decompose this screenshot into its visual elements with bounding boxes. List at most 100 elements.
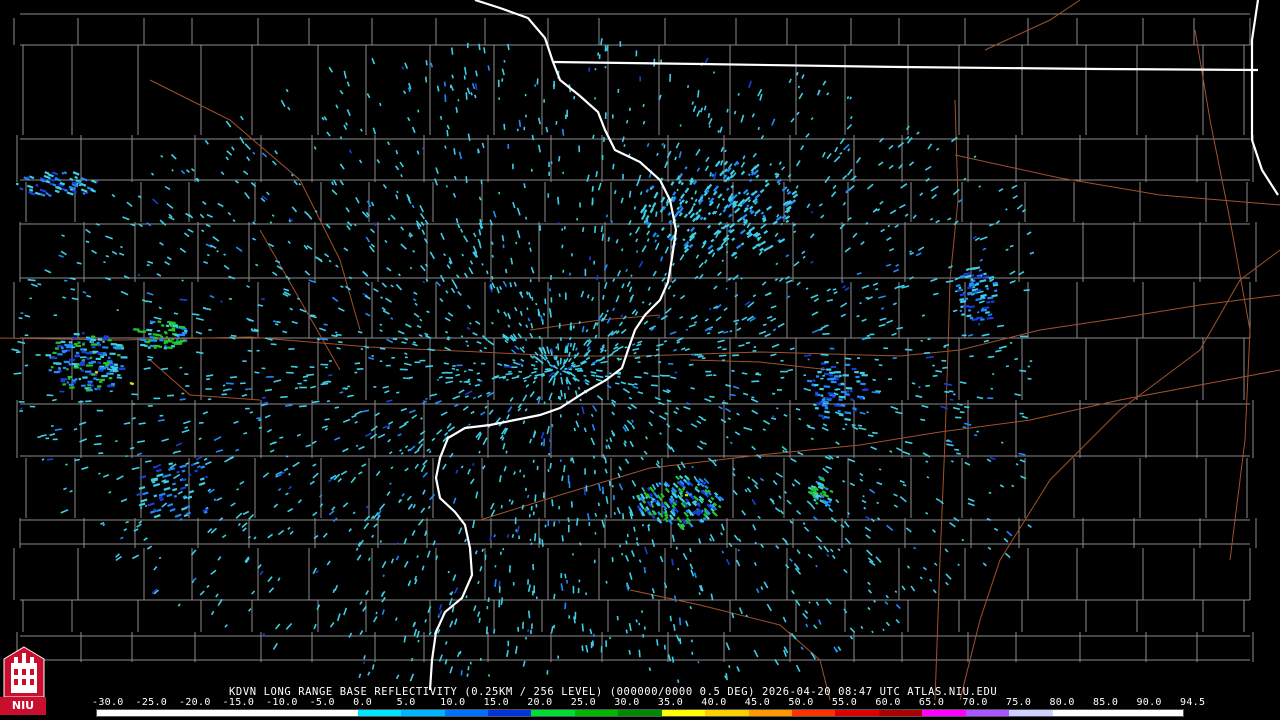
echo-gate — [676, 206, 680, 211]
echo-gate — [856, 315, 860, 318]
echo-gate — [925, 460, 929, 463]
echo-gate — [95, 180, 99, 183]
echo-gate — [808, 601, 811, 604]
echo-gate — [1009, 244, 1014, 248]
colorbar-label: 94.5 — [1180, 697, 1206, 708]
echo-gate — [501, 235, 505, 242]
echo-gate — [703, 216, 707, 221]
colorbar-label: 10.0 — [440, 697, 466, 708]
echo-gate — [390, 317, 394, 320]
echo-gate — [280, 395, 288, 399]
echo-gate — [171, 482, 177, 486]
echo-gate — [975, 289, 982, 293]
echo-gate — [959, 298, 965, 301]
colorbar-label: -10.0 — [266, 697, 298, 708]
echo-gate — [443, 81, 447, 87]
echo-gate — [168, 467, 175, 471]
echo-gate — [979, 276, 984, 280]
echo-gate — [576, 412, 580, 416]
echo-gate — [795, 408, 801, 411]
echo-gate — [254, 371, 260, 374]
echo-gate — [980, 293, 987, 298]
echo-gate — [760, 211, 765, 215]
echo-gate — [568, 272, 572, 276]
echo-gate — [729, 393, 736, 397]
echo-gate — [740, 242, 745, 246]
echo-gate — [754, 190, 758, 194]
echo-gate — [379, 323, 383, 326]
echo-gate — [690, 387, 695, 390]
echo-gate — [425, 365, 434, 368]
echo-gate — [960, 300, 967, 304]
echo-gate — [595, 359, 599, 362]
echo-gate — [717, 129, 720, 133]
echo-gate — [530, 363, 536, 367]
echo-gate — [987, 296, 994, 300]
echo-gate — [47, 193, 52, 198]
echo-gate — [737, 92, 740, 96]
echo-gate — [819, 492, 823, 496]
echo-gate — [871, 391, 880, 394]
echo-gate — [478, 617, 481, 623]
echo-gate — [527, 610, 531, 619]
echo-gate — [866, 411, 869, 414]
echo-gate — [336, 347, 341, 350]
echo-gate — [188, 489, 195, 494]
echo-gate — [487, 65, 491, 71]
echo-gate — [579, 398, 582, 402]
echo-gate — [904, 348, 913, 351]
echo-gate — [655, 482, 659, 486]
echo-gate — [647, 524, 650, 532]
colorbar-segment — [792, 710, 836, 716]
echo-gate — [954, 448, 960, 451]
echo-gate — [18, 317, 23, 320]
echo-gate — [712, 71, 716, 74]
echo-gate — [577, 386, 581, 390]
echo-gate — [887, 224, 891, 228]
echo-gate — [621, 248, 624, 252]
echo-gate — [988, 275, 995, 280]
echo-gate — [880, 307, 885, 310]
echo-gate — [992, 283, 999, 287]
echo-gate — [564, 573, 567, 579]
echo-gate — [663, 506, 668, 510]
echo-gate — [1019, 369, 1027, 373]
echo-gate — [956, 289, 962, 292]
echo-gate — [181, 327, 187, 331]
echo-gate — [229, 376, 238, 379]
echo-gate — [425, 397, 428, 400]
colorbar-segment — [314, 710, 358, 716]
echo-gate — [842, 480, 846, 483]
echo-gate — [158, 556, 162, 560]
echo-gate — [729, 330, 733, 333]
echo-gate — [62, 296, 67, 299]
echo-gate — [745, 614, 748, 618]
echo-gate — [564, 367, 567, 370]
echo-gate — [876, 501, 880, 505]
echo-gate — [487, 597, 490, 603]
echo-gate — [753, 345, 757, 349]
echo-gate — [550, 392, 553, 396]
echo-gate — [634, 356, 641, 359]
echo-gate — [824, 406, 829, 410]
echo-gate — [643, 567, 646, 574]
echo-gate — [678, 617, 682, 626]
echo-gate — [191, 313, 200, 316]
echo-gate — [913, 546, 917, 550]
colorbar-segment — [922, 710, 966, 716]
echo-gate — [535, 360, 538, 364]
echo-gate — [596, 322, 599, 326]
echo-gate — [558, 293, 561, 298]
echo-gate — [646, 238, 650, 242]
echo-gate — [136, 492, 142, 497]
echo-gate — [980, 318, 985, 321]
echo-gate — [74, 458, 81, 462]
echo-gate — [78, 400, 84, 403]
echo-gate — [464, 395, 469, 398]
echo-gate — [472, 462, 475, 466]
echo-gate — [961, 538, 965, 542]
echo-gate — [147, 358, 152, 361]
echo-gate — [1011, 484, 1015, 488]
echo-gate — [404, 352, 408, 355]
echo-gate — [964, 406, 970, 409]
